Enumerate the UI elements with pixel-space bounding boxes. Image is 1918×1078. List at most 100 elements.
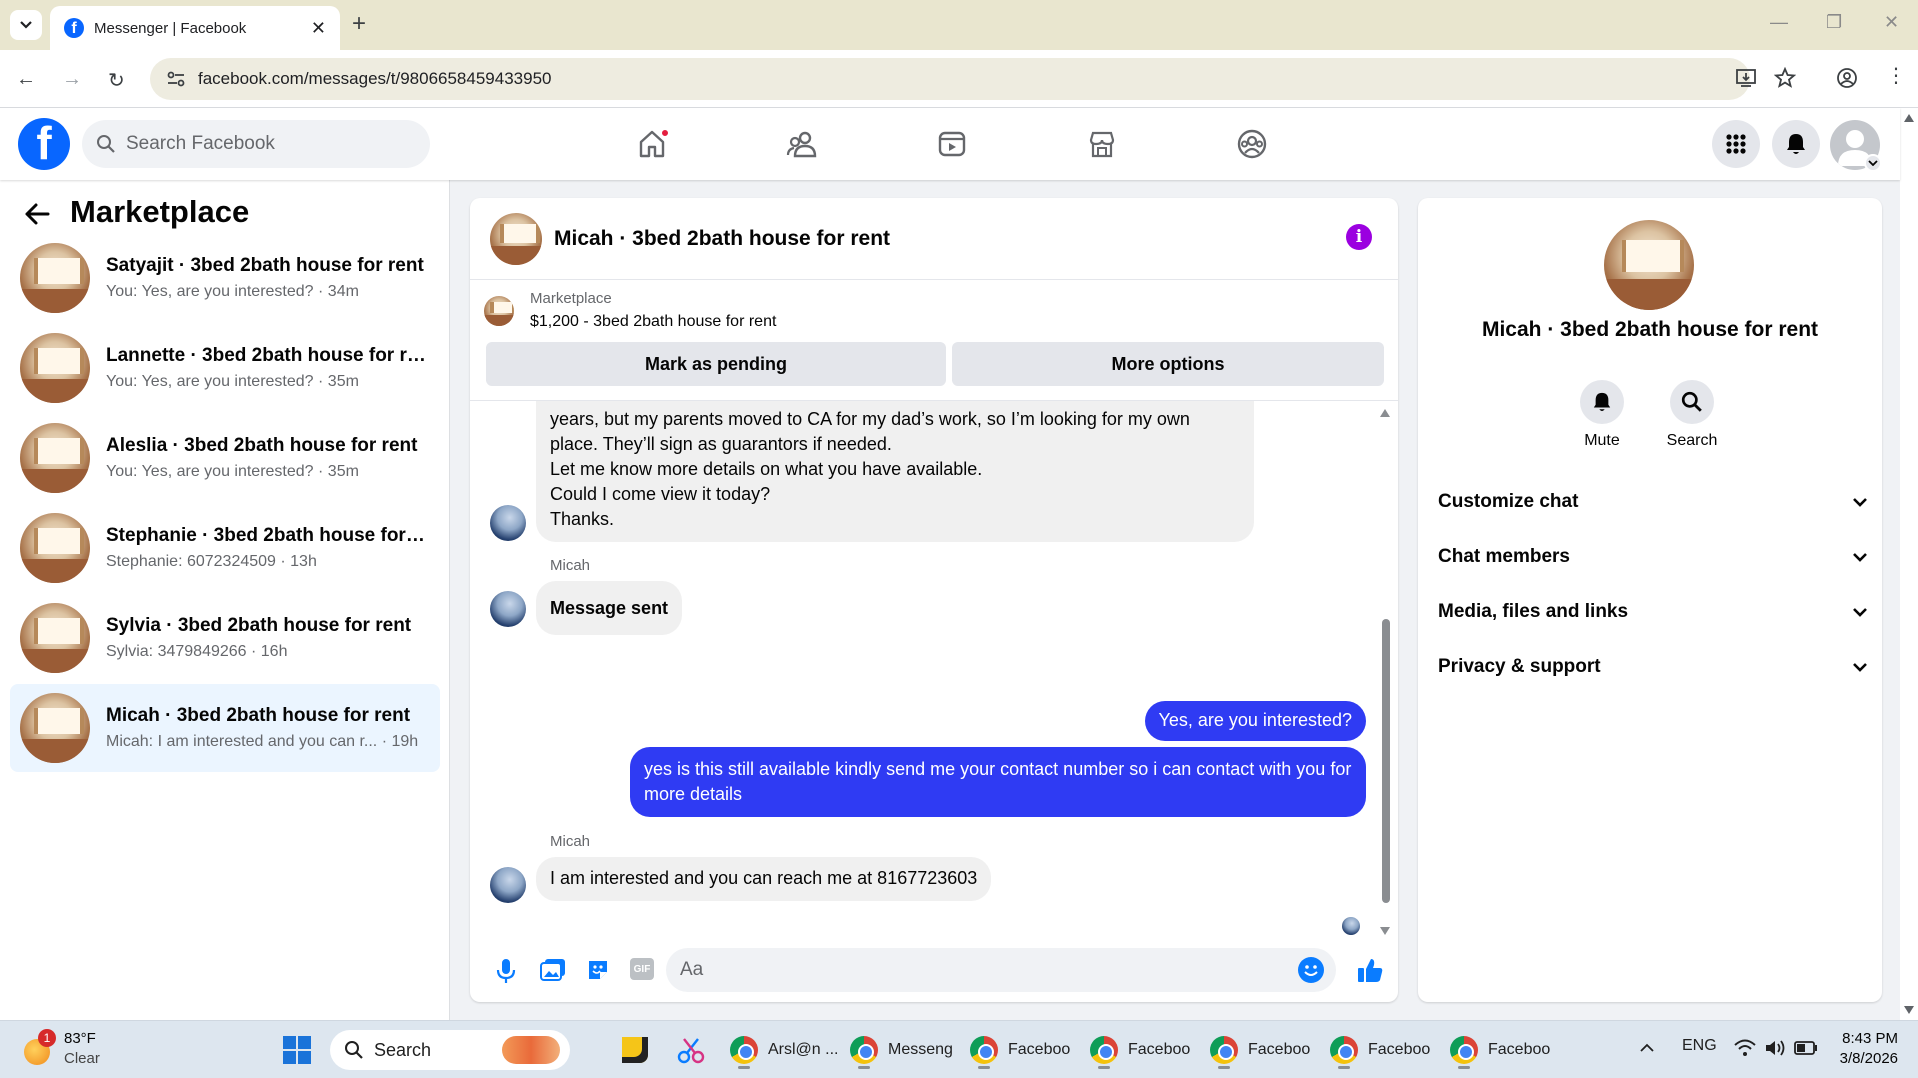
conversation-title: Micah · 3bed 2bath house for rent <box>1481 318 1819 341</box>
back-button[interactable]: ← <box>16 68 36 91</box>
snipping-tool-icon[interactable] <box>676 1035 706 1065</box>
listing-title: $1,200 - 3bed 2bath house for rent <box>530 313 777 330</box>
tab-search-button[interactable] <box>10 10 42 40</box>
new-tab-button[interactable]: + <box>352 12 366 36</box>
chevron-down-icon <box>20 21 32 29</box>
taskbar-app[interactable]: Faceboo <box>1450 1029 1550 1071</box>
page-scrollbar[interactable] <box>1900 108 1918 1020</box>
taskbar-app[interactable]: Faceboo <box>1210 1029 1310 1071</box>
scrollbar-thumb[interactable] <box>1382 619 1390 903</box>
minimize-icon[interactable]: — <box>1770 12 1788 33</box>
microphone-icon[interactable] <box>496 958 516 984</box>
conversation-item[interactable]: Aleslia · 3bed 2bath house for rent You:… <box>10 414 440 502</box>
groups-nav-icon[interactable] <box>1230 122 1274 166</box>
sender-avatar[interactable] <box>490 867 526 903</box>
taskbar-app[interactable]: Messeng <box>850 1029 953 1071</box>
menu-grid-button[interactable] <box>1712 120 1760 168</box>
battery-icon[interactable] <box>1794 1041 1818 1055</box>
chevron-up-icon[interactable] <box>1640 1043 1654 1053</box>
bookmark-star-icon[interactable] <box>1774 67 1796 89</box>
facebook-search-input[interactable]: Search Facebook <box>82 120 430 168</box>
sticker-icon[interactable] <box>586 958 610 982</box>
conversation-preview: You: Yes, are you interested? · 35m <box>106 373 359 390</box>
thumbs-up-icon[interactable] <box>1356 956 1384 984</box>
browser-tab[interactable]: f Messenger | Facebook ✕ <box>50 6 340 50</box>
sticky-notes-icon[interactable] <box>622 1037 648 1063</box>
photo-icon[interactable] <box>540 958 566 982</box>
chat-title[interactable]: Micah · 3bed 2bath house for rent <box>554 227 890 251</box>
tab-close-icon[interactable]: ✕ <box>311 18 326 39</box>
conversation-item[interactable]: Sylvia · 3bed 2bath house for rent Sylvi… <box>10 594 440 682</box>
conversation-name: Sylvia · 3bed 2bath house for rent <box>106 615 412 636</box>
message-input[interactable]: Aa <box>666 948 1336 992</box>
media-files-links-section[interactable]: Media, files and links <box>1438 592 1868 632</box>
taskbar-app[interactable]: Arsl@n ... <box>730 1029 838 1071</box>
emoji-icon[interactable] <box>1298 957 1324 983</box>
taskbar-search[interactable]: Search <box>330 1030 570 1070</box>
taskbar-app[interactable]: Faceboo <box>1330 1029 1430 1071</box>
marketplace-nav-icon[interactable] <box>1080 122 1124 166</box>
reload-button[interactable]: ↻ <box>108 68 125 93</box>
video-nav-icon[interactable] <box>930 122 974 166</box>
restore-icon[interactable]: ❐ <box>1826 12 1842 33</box>
close-window-icon[interactable]: ✕ <box>1884 12 1899 33</box>
profile-icon[interactable] <box>1836 67 1858 89</box>
chat-avatar[interactable] <box>490 212 542 265</box>
weather-widget[interactable]: 1 83°F Clear <box>22 1029 100 1069</box>
account-dropdown-icon[interactable] <box>1864 154 1882 172</box>
notifications-button[interactable] <box>1772 120 1820 168</box>
conversation-item[interactable]: Lannette · 3bed 2bath house for re... Yo… <box>10 324 440 412</box>
scroll-up-icon[interactable] <box>1380 409 1390 417</box>
listing-banner[interactable]: Marketplace $1,200 - 3bed 2bath house fo… <box>484 290 776 331</box>
scroll-down-icon[interactable] <box>1380 927 1390 935</box>
outgoing-message: yes is this still available kindly send … <box>630 747 1366 817</box>
friends-nav-icon[interactable] <box>780 122 824 166</box>
listing-thumbnail <box>20 423 90 493</box>
conversation-item-active[interactable]: Micah · 3bed 2bath house for rent Micah:… <box>10 684 440 772</box>
conversation-preview: You: Yes, are you interested? · 35m <box>106 463 359 480</box>
sender-avatar[interactable] <box>490 591 526 627</box>
install-app-icon[interactable] <box>1735 67 1757 89</box>
search-in-conversation-button[interactable] <box>1670 380 1714 424</box>
clock[interactable]: 8:43 PM 3/8/2026 <box>1834 1029 1898 1069</box>
conversation-item[interactable]: Stephanie · 3bed 2bath house for r... St… <box>10 504 440 592</box>
taskbar-app-label: Faceboo <box>1368 1041 1431 1058</box>
conversation-avatar[interactable] <box>1604 220 1694 310</box>
taskbar-app[interactable]: Faceboo <box>1090 1029 1190 1071</box>
conversation-name: Stephanie · 3bed 2bath house for r... <box>106 525 426 546</box>
message-line: years, but my parents moved to CA for my… <box>550 409 1190 429</box>
sender-avatar[interactable] <box>490 505 526 541</box>
message-line: Let me know more details on what you hav… <box>550 459 983 479</box>
back-arrow-icon[interactable] <box>24 202 50 226</box>
chat-members-section[interactable]: Chat members <box>1438 537 1868 577</box>
forward-button[interactable]: → <box>62 68 82 91</box>
more-options-button[interactable]: More options <box>952 342 1384 386</box>
address-bar[interactable]: facebook.com/messages/t/9806658459433950 <box>150 58 1750 100</box>
wifi-icon[interactable] <box>1734 1039 1756 1057</box>
customize-chat-section[interactable]: Customize chat <box>1438 482 1868 522</box>
taskbar-app[interactable]: Faceboo <box>970 1029 1070 1071</box>
chat-window: Micah · 3bed 2bath house for rent i Mark… <box>470 198 1398 1002</box>
browser-menu-icon[interactable]: ⋮ <box>1886 63 1906 88</box>
home-nav-icon[interactable] <box>630 122 674 166</box>
privacy-support-section[interactable]: Privacy & support <box>1438 647 1868 687</box>
mute-button[interactable] <box>1580 380 1624 424</box>
page-scroll-down-icon[interactable] <box>1904 1006 1914 1014</box>
conversation-item[interactable]: Satyajit · 3bed 2bath house for rent You… <box>10 234 440 322</box>
page-scroll-up-icon[interactable] <box>1904 114 1914 122</box>
mark-as-pending-button[interactable]: Mark as pending <box>486 342 946 386</box>
site-info-icon[interactable] <box>166 69 186 89</box>
chat-header: Micah · 3bed 2bath house for rent i <box>470 198 1398 280</box>
search-placeholder: Search Facebook <box>126 133 275 154</box>
outgoing-message: Yes, are you interested? <box>1144 701 1366 741</box>
gif-icon[interactable]: GIF <box>630 958 654 980</box>
windows-start-icon[interactable] <box>282 1035 312 1065</box>
listing-thumbnail <box>20 513 90 583</box>
facebook-logo-icon[interactable]: f <box>18 118 70 170</box>
volume-icon[interactable] <box>1764 1039 1786 1057</box>
section-label: Privacy & support <box>1438 656 1601 677</box>
search-icon <box>97 135 115 153</box>
language-indicator[interactable]: ENG <box>1682 1037 1717 1055</box>
chevron-down-icon <box>1853 663 1867 672</box>
info-icon[interactable]: i <box>1346 224 1372 250</box>
